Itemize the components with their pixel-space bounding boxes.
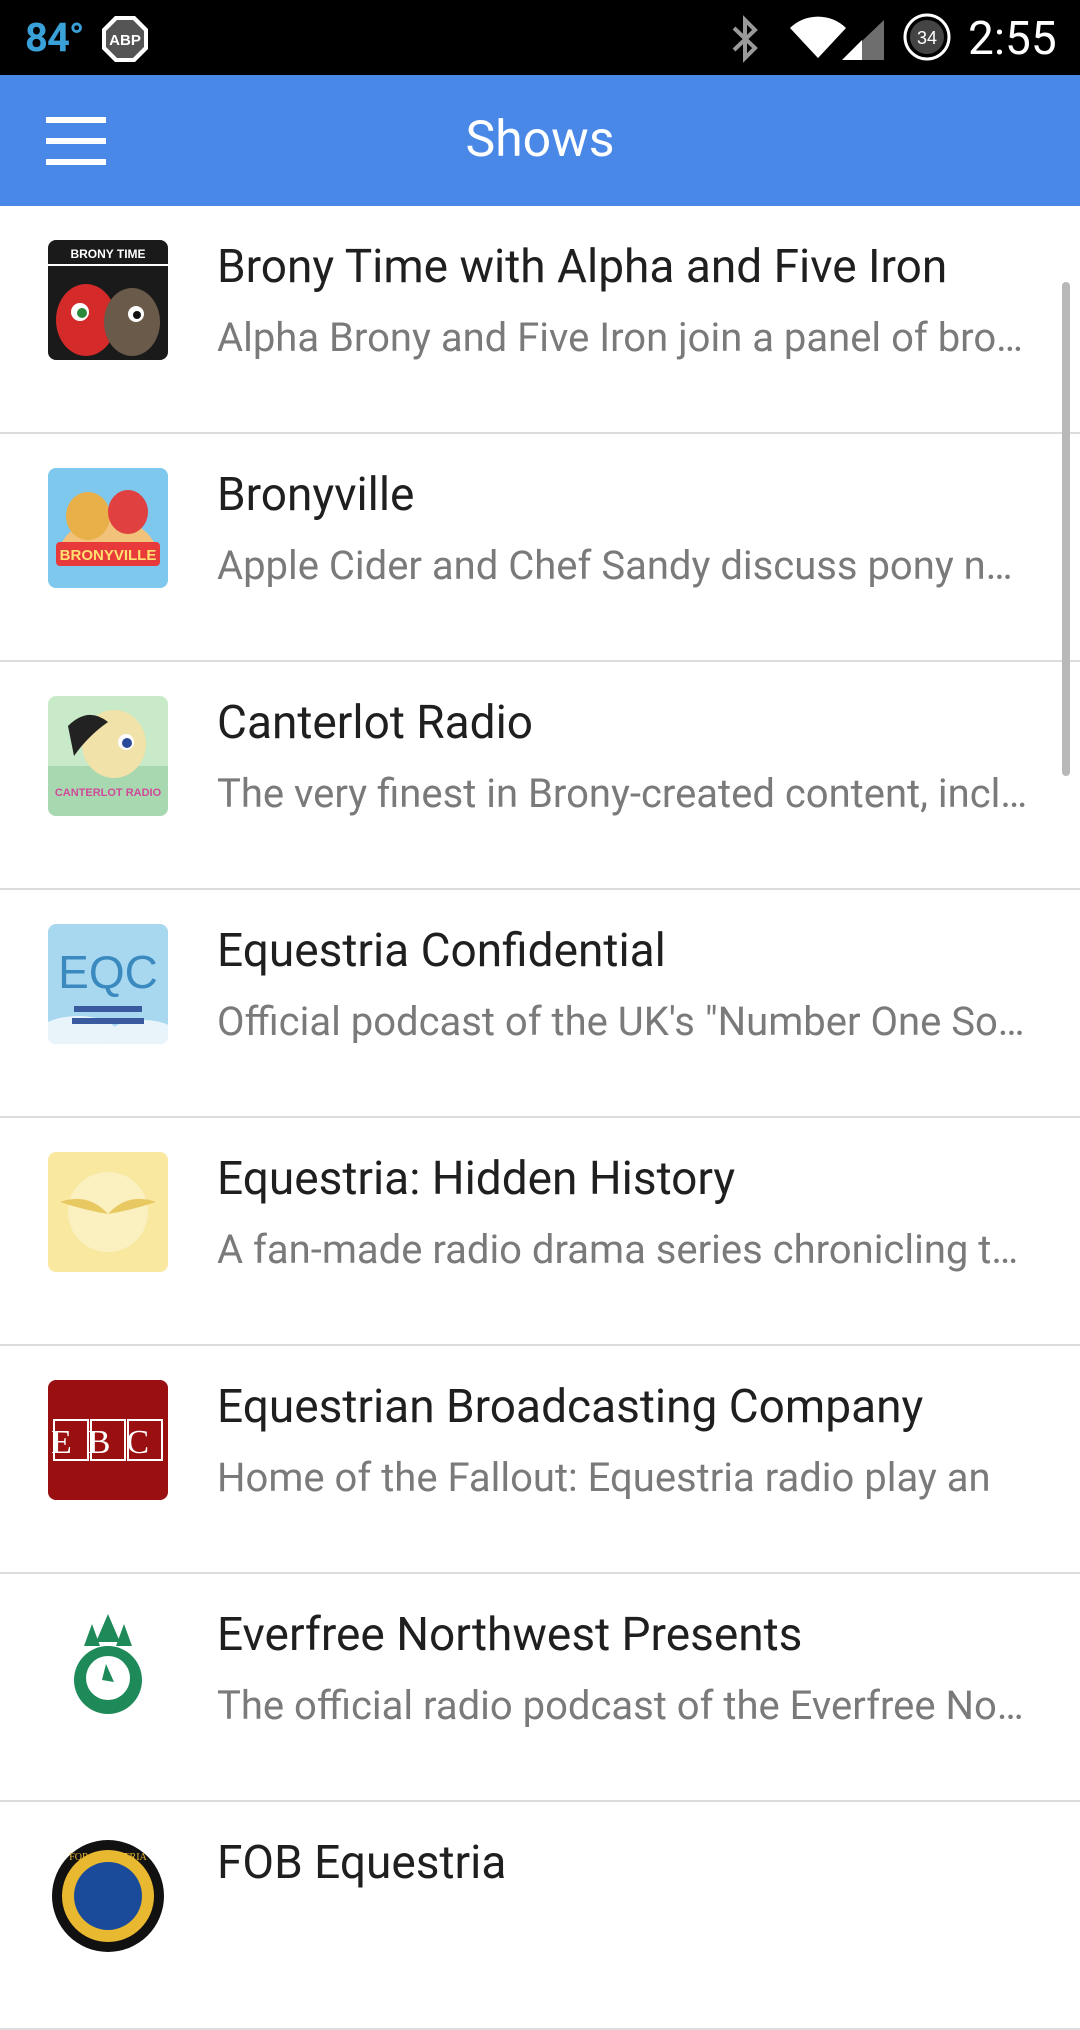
show-item-brony-time[interactable]: BRONY TIME Brony Time with Alpha and Fiv… <box>0 206 1080 434</box>
show-thumbnail: EQC <box>48 924 168 1044</box>
svg-text:BRONYVILLE: BRONYVILLE <box>60 547 157 564</box>
status-bar: 84° ABP 34 2:55 <box>0 0 1080 75</box>
svg-text:BRONY TIME: BRONY TIME <box>70 247 145 261</box>
svg-text:EQC: EQC <box>58 946 158 998</box>
show-description: A fan-made radio drama series chroniclin… <box>217 1226 1033 1273</box>
show-title: Everfree Northwest Presents <box>217 1608 803 1662</box>
show-title: Canterlot Radio <box>217 696 534 750</box>
adblock-icon: ABP <box>102 16 148 62</box>
page-title: Shows <box>465 111 615 169</box>
temperature-indicator: 84° <box>25 14 84 61</box>
show-item-everfree-northwest[interactable]: Everfree Northwest Presents The official… <box>0 1574 1080 1802</box>
wifi-icon <box>790 16 846 58</box>
svg-text:ABP: ABP <box>109 32 141 49</box>
show-description: Home of the Fallout: Equestria radio pla… <box>217 1454 991 1501</box>
scrollbar[interactable] <box>1062 282 1070 776</box>
show-thumbnail: CANTERLOT RADIO <box>48 696 168 816</box>
bluetooth-icon <box>732 15 758 63</box>
show-item-equestria-confidential[interactable]: EQC Equestria Confidential Official podc… <box>0 890 1080 1118</box>
show-title: Brony Time with Alpha and Five Iron <box>217 240 948 294</box>
show-title: Equestria Confidential <box>217 924 666 978</box>
shows-list: BRONY TIME Brony Time with Alpha and Fiv… <box>0 206 1080 2030</box>
svg-text:FOR EQUESTRIA: FOR EQUESTRIA <box>69 1852 147 1863</box>
battery-icon: 34 <box>903 13 951 61</box>
show-thumbnail: BRONY TIME <box>48 240 168 360</box>
show-item-ebc[interactable]: EBC Equestrian Broadcasting Company Home… <box>0 1346 1080 1574</box>
show-title: Equestrian Broadcasting Company <box>217 1380 924 1434</box>
show-description: Apple Cider and Chef Sandy discuss pony … <box>217 542 1033 589</box>
show-item-canterlot-radio[interactable]: CANTERLOT RADIO Canterlot Radio The very… <box>0 662 1080 890</box>
show-description: Official podcast of the UK's "Number One… <box>217 998 1033 1045</box>
show-thumbnail: BRONYVILLE <box>48 468 168 588</box>
show-title: Bronyville <box>217 468 415 522</box>
show-thumbnail: EBC <box>48 1380 168 1500</box>
show-description: The official radio podcast of the Everfr… <box>217 1682 1033 1729</box>
svg-text:CANTERLOT RADIO: CANTERLOT RADIO <box>55 787 162 799</box>
app-bar: Shows <box>0 75 1080 206</box>
show-description: Alpha Brony and Five Iron join a panel o… <box>217 314 1033 361</box>
svg-text:34: 34 <box>917 28 937 48</box>
signal-icon <box>842 20 884 60</box>
show-item-bronyville[interactable]: BRONYVILLE Bronyville Apple Cider and Ch… <box>0 434 1080 662</box>
svg-text:EBC: EBC <box>51 1424 165 1461</box>
clock: 2:55 <box>968 12 1057 66</box>
show-title: FOB Equestria <box>217 1836 507 1890</box>
show-thumbnail <box>48 1608 168 1728</box>
show-thumbnail <box>48 1152 168 1272</box>
show-description: The very finest in Brony-created content… <box>217 770 1033 817</box>
show-item-fob-equestria[interactable]: FOR EQUESTRIA FOB Equestria <box>0 1802 1080 2030</box>
show-thumbnail: FOR EQUESTRIA <box>48 1836 168 1956</box>
show-item-hidden-history[interactable]: Equestria: Hidden History A fan-made rad… <box>0 1118 1080 1346</box>
show-title: Equestria: Hidden History <box>217 1152 736 1206</box>
